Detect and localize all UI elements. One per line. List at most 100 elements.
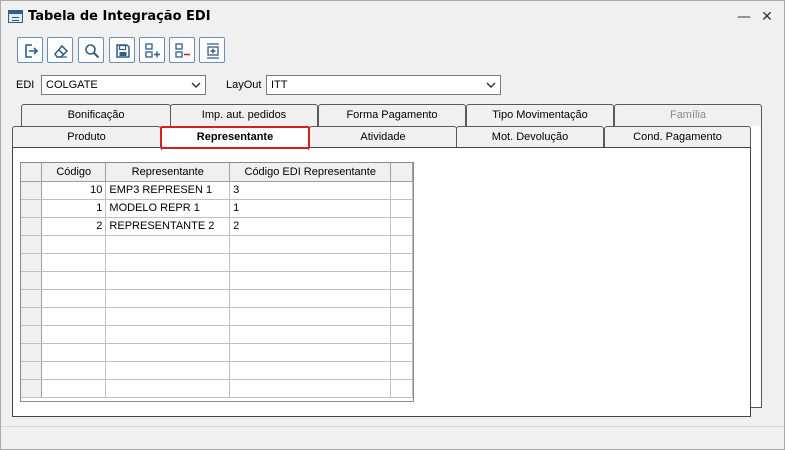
row-indicator[interactable] (21, 307, 43, 326)
grid-header-row: Código Representante Código EDI Represen… (21, 163, 413, 182)
table-row[interactable]: 1 MODELO REPR 1 1 (21, 199, 413, 218)
bottom-separator (1, 426, 784, 427)
cell-representante[interactable] (105, 235, 231, 254)
cell-representante[interactable]: EMP3 REPRESEN 1 (105, 181, 231, 200)
row-indicator[interactable] (21, 253, 43, 272)
column-header-codigo[interactable]: Código (41, 163, 107, 182)
empty-row[interactable] (21, 343, 413, 362)
tab-familia[interactable]: Família (614, 104, 762, 126)
cell-codigo[interactable] (41, 271, 107, 290)
empty-row[interactable] (21, 307, 413, 326)
tab-produto[interactable]: Produto (12, 126, 161, 148)
cell-codigo-edi[interactable] (229, 271, 392, 290)
cell-codigo[interactable] (41, 343, 107, 362)
cell-representante[interactable] (105, 271, 231, 290)
row-indicator[interactable] (21, 271, 43, 290)
cell-representante[interactable] (105, 253, 231, 272)
chevron-down-icon (486, 82, 496, 88)
row-indicator[interactable] (21, 235, 43, 254)
cell-codigo-edi[interactable] (229, 361, 392, 380)
cell-representante[interactable]: REPRESENTANTE 2 (105, 217, 231, 236)
window-title: Tabela de Integração EDI (28, 9, 211, 24)
empty-row[interactable] (21, 253, 413, 272)
exit-button[interactable] (17, 37, 43, 63)
row-indicator[interactable] (21, 289, 43, 308)
column-header-representante[interactable]: Representante (105, 163, 231, 182)
row-indicator[interactable] (21, 199, 43, 218)
clear-button[interactable] (47, 37, 73, 63)
tab-bonificacao[interactable]: Bonificação (21, 104, 171, 126)
cell-codigo-edi[interactable] (229, 289, 392, 308)
cell-representante[interactable] (105, 361, 231, 380)
cell-codigo[interactable] (41, 235, 107, 254)
save-button[interactable] (109, 37, 135, 63)
empty-row[interactable] (21, 271, 413, 290)
cell-codigo[interactable] (41, 379, 107, 398)
cell-codigo[interactable] (41, 325, 107, 344)
cell-codigo[interactable] (41, 361, 107, 380)
cell-representante[interactable] (105, 325, 231, 344)
cell-filler (390, 181, 413, 200)
cell-codigo-edi[interactable] (229, 343, 392, 362)
row-indicator[interactable] (21, 181, 43, 200)
empty-row[interactable] (21, 289, 413, 308)
edi-select[interactable]: COLGATE (41, 75, 206, 95)
cell-codigo[interactable]: 1 (41, 199, 107, 218)
column-header-codigo-edi[interactable]: Código EDI Representante (229, 163, 392, 182)
cell-filler (390, 253, 413, 272)
empty-row[interactable] (21, 361, 413, 380)
cell-codigo[interactable] (41, 307, 107, 326)
empty-row[interactable] (21, 235, 413, 254)
tab-tipo-movimentacao[interactable]: Tipo Movimentação (466, 104, 614, 126)
row-indicator[interactable] (21, 217, 43, 236)
cell-representante[interactable] (105, 307, 231, 326)
cell-codigo[interactable] (41, 289, 107, 308)
table-row[interactable]: 2 REPRESENTANTE 2 2 (21, 217, 413, 236)
cell-codigo-edi[interactable] (229, 253, 392, 272)
cell-codigo-edi[interactable] (229, 307, 392, 326)
tab-mot-devolucao[interactable]: Mot. Devolução (456, 126, 604, 148)
tab-cond-pagamento[interactable]: Cond. Pagamento (604, 126, 751, 148)
cell-codigo-edi[interactable]: 3 (229, 181, 392, 200)
insert-between-button[interactable] (199, 37, 225, 63)
column-header-filler (390, 163, 413, 182)
search-button[interactable] (78, 37, 104, 63)
cell-filler (390, 271, 413, 290)
representante-grid[interactable]: Código Representante Código EDI Represen… (20, 162, 414, 402)
table-row[interactable]: 10 EMP3 REPRESEN 1 3 (21, 181, 413, 200)
cell-representante[interactable] (105, 379, 231, 398)
cell-codigo[interactable] (41, 253, 107, 272)
cell-codigo-edi[interactable] (229, 379, 392, 398)
minimize-button[interactable]: — (734, 7, 754, 27)
add-row-button[interactable] (139, 37, 165, 63)
remove-row-button[interactable] (169, 37, 195, 63)
empty-row[interactable] (21, 379, 413, 398)
tab-atividade[interactable]: Atividade (309, 126, 457, 148)
edi-integration-window: Tabela de Integração EDI — ✕ EDI COLGATE… (0, 0, 785, 450)
cell-filler (390, 289, 413, 308)
row-indicator[interactable] (21, 361, 43, 380)
search-icon (85, 44, 100, 59)
cell-codigo[interactable]: 10 (41, 181, 107, 200)
cell-representante[interactable] (105, 289, 231, 308)
tab-forma-pagamento[interactable]: Forma Pagamento (318, 104, 466, 126)
layout-select[interactable]: ITT (266, 75, 501, 95)
close-button[interactable]: ✕ (757, 7, 777, 27)
empty-row[interactable] (21, 325, 413, 344)
row-indicator[interactable] (21, 379, 43, 398)
cell-representante[interactable] (105, 343, 231, 362)
row-indicator[interactable] (21, 325, 43, 344)
cell-codigo-edi[interactable]: 2 (229, 217, 392, 236)
insert-between-icon (207, 43, 219, 59)
cell-codigo[interactable]: 2 (41, 217, 107, 236)
save-icon (116, 44, 130, 58)
cell-codigo-edi[interactable] (229, 325, 392, 344)
cell-filler (390, 217, 413, 236)
cell-codigo-edi[interactable]: 1 (229, 199, 392, 218)
cell-filler (390, 343, 413, 362)
row-indicator[interactable] (21, 343, 43, 362)
cell-representante[interactable]: MODELO REPR 1 (105, 199, 231, 218)
tab-imp-aut-pedidos[interactable]: Imp. aut. pedidos (170, 104, 318, 126)
cell-codigo-edi[interactable] (229, 235, 392, 254)
chevron-down-icon (191, 82, 201, 88)
